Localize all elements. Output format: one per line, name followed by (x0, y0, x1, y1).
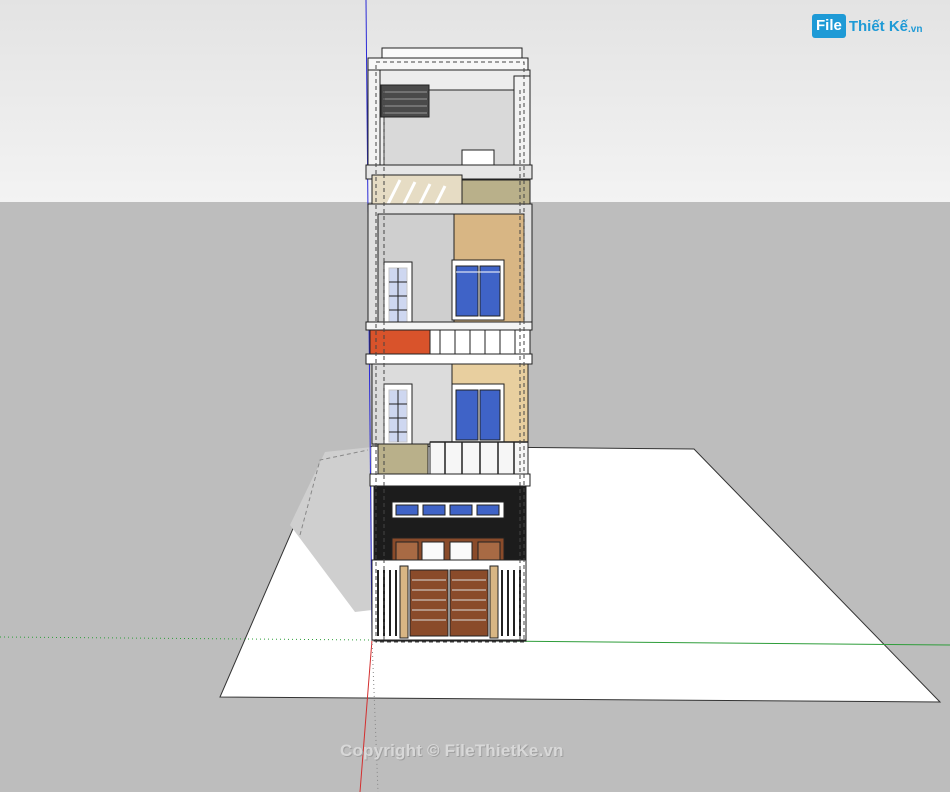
second-floor-window-glass-right (479, 389, 501, 441)
logo-domain: .vn (908, 23, 923, 35)
second-floor-door-grid (388, 389, 408, 443)
pergola-slats (380, 84, 430, 118)
third-floor-window-glass-left (455, 265, 479, 317)
filethietke-logo: File Thiết Kế .vn (812, 12, 922, 40)
townhouse-model[interactable] (365, 47, 533, 643)
transom-glass-3 (449, 504, 473, 516)
sketchup-viewport[interactable] (0, 0, 950, 792)
third-floor-door-grid (388, 267, 408, 323)
first-floor-slab (369, 473, 531, 487)
balcony-slab-3 (365, 321, 533, 331)
second-floor-window-glass-left (455, 389, 479, 441)
top-floor-right-column (513, 75, 531, 175)
second-floor-slab (365, 353, 533, 365)
roof-parapet (367, 57, 529, 71)
third-floor-window-glass-right (479, 265, 501, 317)
gate-pillar-right (489, 565, 499, 639)
copyright-watermark: Copyright © FileThietKe.vn (340, 741, 564, 760)
transom-glass-4 (476, 504, 500, 516)
balcony-stone-panel (377, 443, 429, 475)
transom-glass-1 (395, 504, 419, 516)
logo-box: File (812, 14, 846, 38)
gate-pillar-left (399, 565, 409, 639)
top-floor-left-column (367, 69, 381, 171)
transom-glass-2 (422, 504, 446, 516)
tan-pillar-top (371, 174, 463, 206)
roof-cap (381, 47, 523, 59)
logo-brand: Thiết Kế (848, 17, 909, 35)
